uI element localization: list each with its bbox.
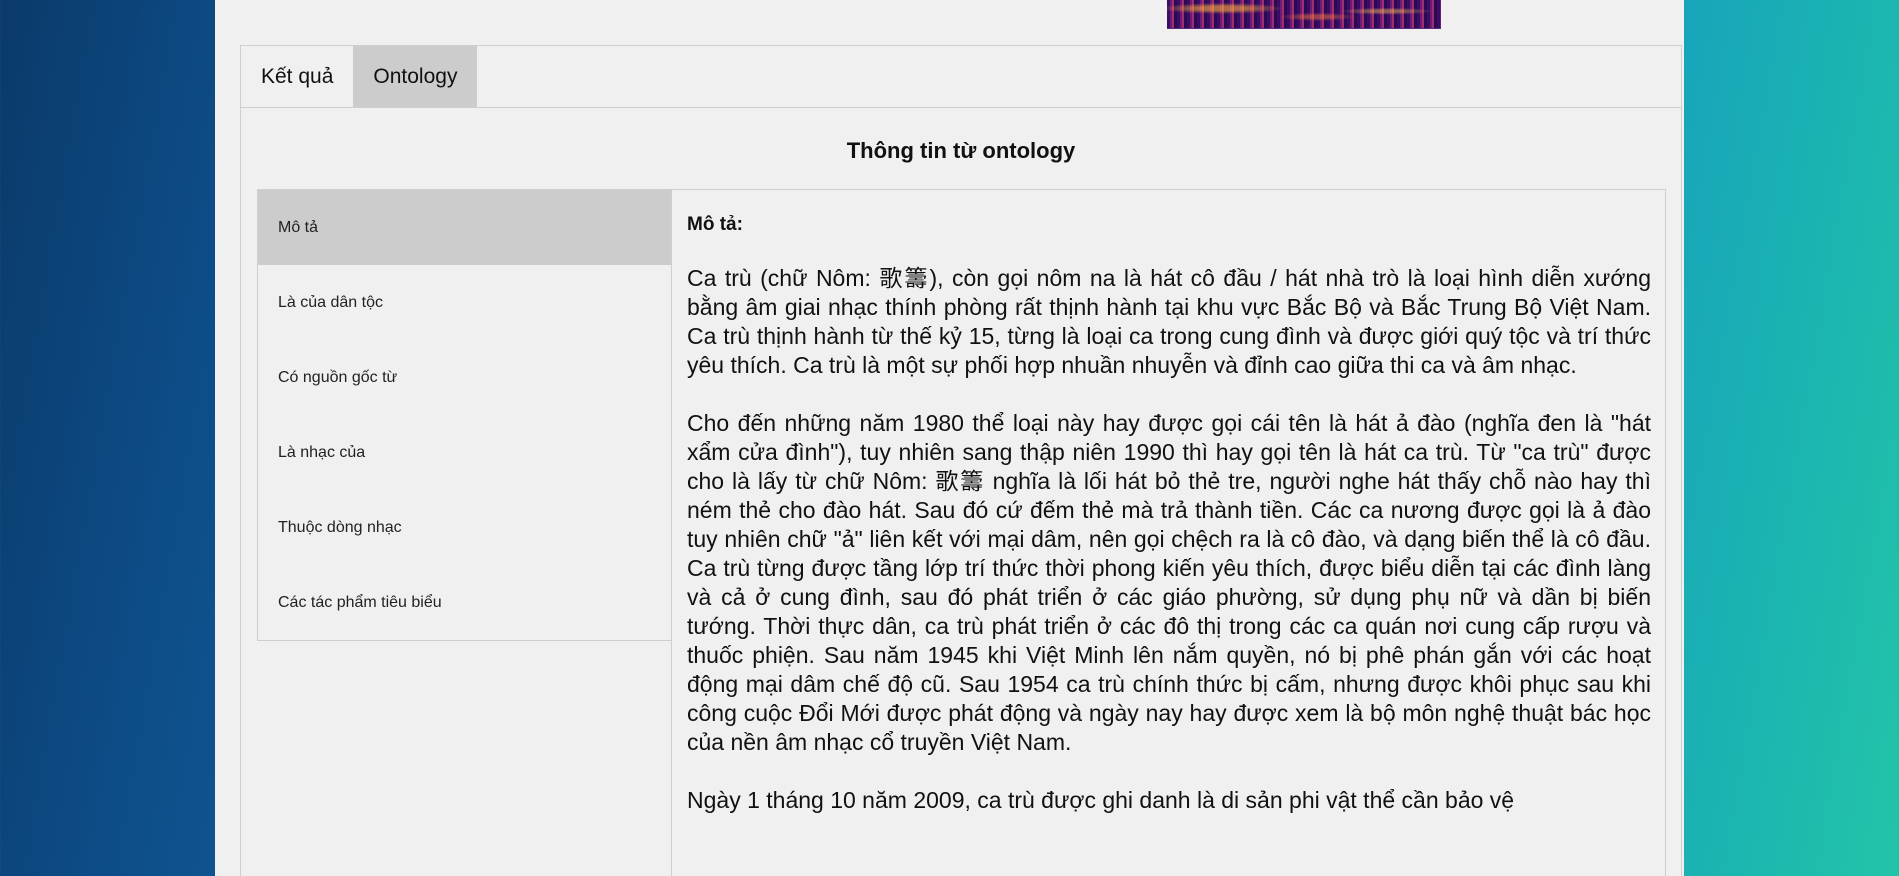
nav-item-ethnicity[interactable]: Là của dân tộc [258,265,671,340]
nav-item-description[interactable]: Mô tả [258,190,671,265]
content-label: Mô tả: [687,214,743,235]
tab-ontology[interactable]: Ontology [353,46,478,107]
description-paragraph: Cho đến những năm 1980 thể loại này hay … [687,410,1651,755]
page-container: Kết quả Ontology Thông tin từ ontology M… [215,0,1684,876]
nav-item-notable-works[interactable]: Các tác phẩm tiêu biểu [258,565,671,640]
description-paragraph: Ca trù (chữ Nôm: 歌籌), còn gọi nôm na là … [687,265,1651,378]
description-paragraph: Ngày 1 tháng 10 năm 2009, ca trù được gh… [687,787,1515,813]
tab-bar: Kết quả Ontology [241,46,1681,108]
tab-results[interactable]: Kết quả [241,46,353,107]
section-title: Thông tin từ ontology [846,138,1076,163]
spectrogram-image [1167,0,1441,29]
content-panel: Mô tả: Ca trù (chữ Nôm: 歌籌), còn gọi nôm… [671,189,1666,876]
nav-item-music-of[interactable]: Là nhạc của [258,415,671,490]
tab-container: Kết quả Ontology Thông tin từ ontology M… [240,45,1682,876]
side-nav: Mô tả Là của dân tộc Có nguồn gốc từ Là … [257,189,672,641]
nav-item-origin[interactable]: Có nguồn gốc từ [258,340,671,415]
nav-item-genre[interactable]: Thuộc dòng nhạc [258,490,671,565]
